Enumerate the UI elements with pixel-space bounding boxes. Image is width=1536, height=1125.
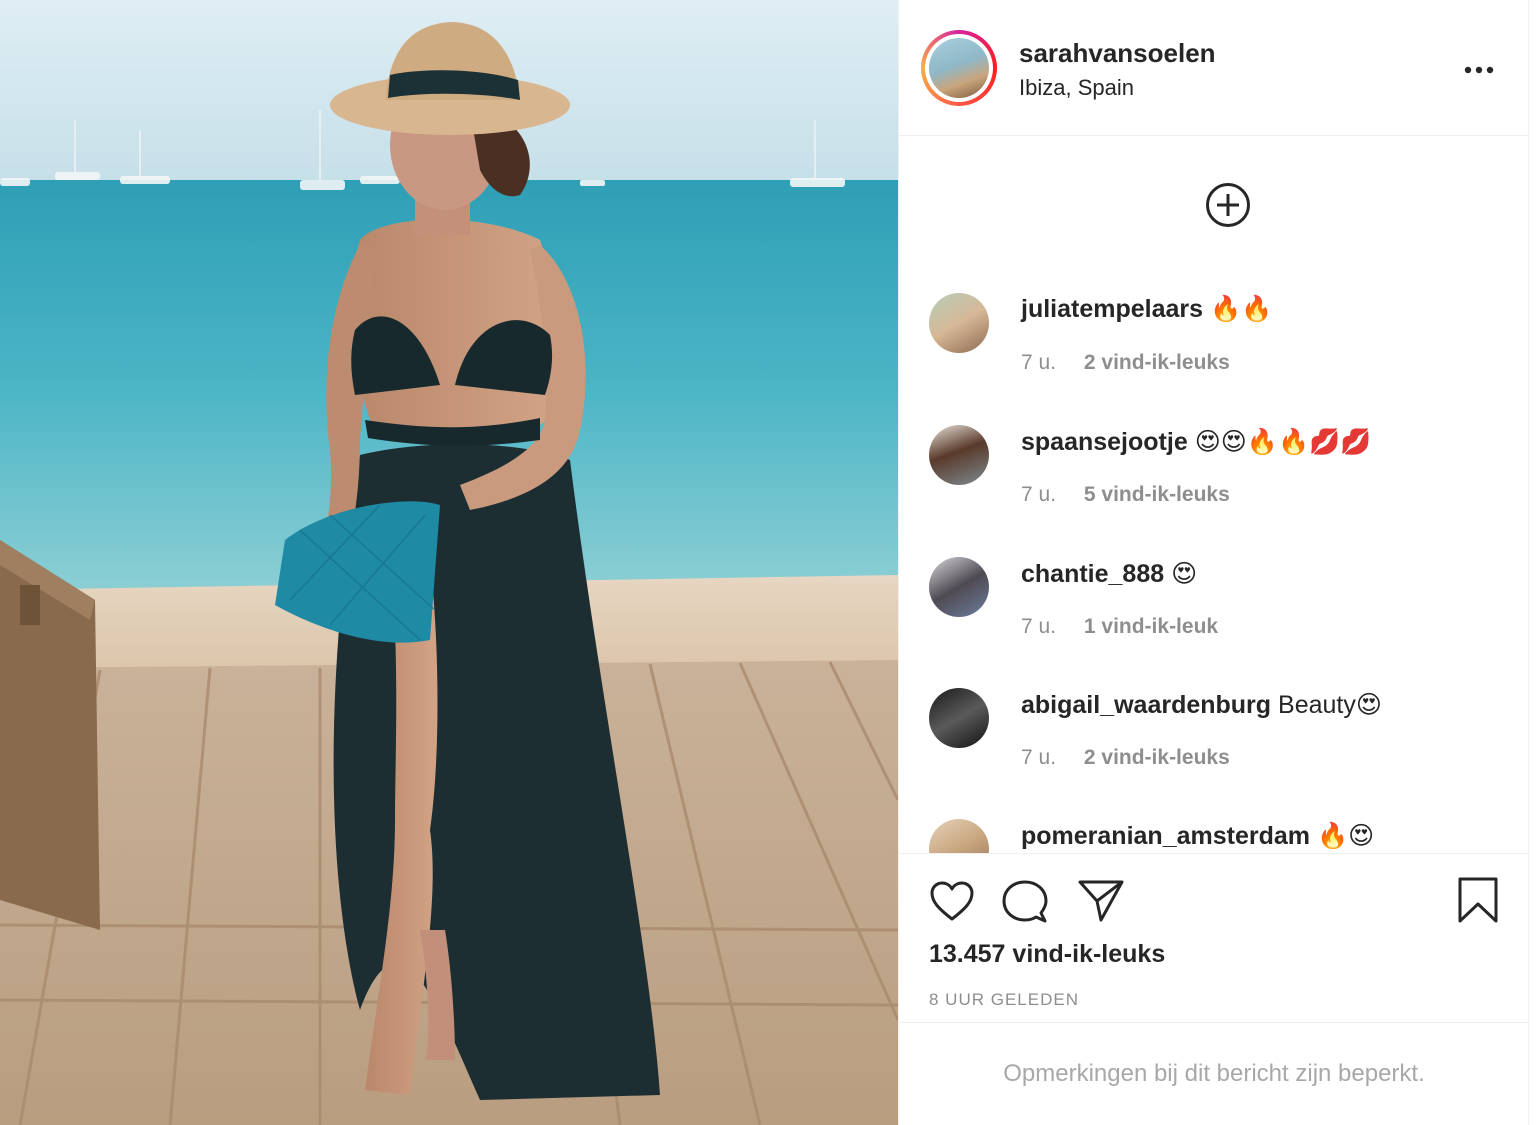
- comment-bubble-icon: [1002, 880, 1048, 923]
- comment-username[interactable]: abigail_waardenburg: [1021, 691, 1271, 719]
- comment-likes[interactable]: 2 vind-ik-leuks: [1084, 746, 1230, 769]
- commenter-avatar[interactable]: [929, 293, 989, 353]
- comment-username[interactable]: juliatempelaars: [1021, 295, 1203, 323]
- heart-icon: [930, 881, 974, 921]
- post-actions: 13.457 vind-ik-leuks 8 UUR GELEDEN: [899, 853, 1529, 1023]
- comment-item: juliatempelaars 🔥🔥 7 u. 2 vind-ik-leuks: [899, 283, 1529, 403]
- author-avatar[interactable]: [921, 30, 997, 106]
- beach-photo-illustration: [0, 0, 898, 1125]
- scrollbar-edge: [1528, 0, 1536, 1125]
- plus-circle-icon: [1206, 183, 1250, 227]
- paper-plane-icon: [1078, 880, 1124, 922]
- post-modal: sarahvansoelen Ibiza, Spain juliatempela…: [0, 0, 1536, 1125]
- save-button[interactable]: [1457, 876, 1499, 929]
- comment-emoji: 🔥😍: [1316, 822, 1375, 850]
- likes-count[interactable]: 13.457 vind-ik-leuks: [929, 940, 1165, 969]
- comment-username[interactable]: chantie_888: [1021, 560, 1164, 588]
- comment-text: Beauty: [1278, 691, 1356, 719]
- ellipsis-icon: [1464, 66, 1494, 74]
- comment-time[interactable]: 7 u.: [1021, 746, 1056, 769]
- comment-emoji: 😍: [1171, 560, 1198, 588]
- comment-time[interactable]: 7 u.: [1021, 483, 1056, 506]
- comment-emoji: 😍😍🔥🔥💋💋: [1194, 428, 1372, 456]
- comment-time[interactable]: 7 u.: [1021, 351, 1056, 374]
- comment-username[interactable]: pomeranian_amsterdam: [1021, 822, 1310, 850]
- comment-time[interactable]: 7 u.: [1021, 615, 1056, 638]
- comment-likes[interactable]: 2 vind-ik-leuks: [1084, 351, 1230, 374]
- comment-item: spaansejootje 😍😍🔥🔥💋💋 7 u. 5 vind-ik-leuk…: [899, 415, 1529, 535]
- load-more-comments-button[interactable]: [1204, 181, 1252, 229]
- comment-username[interactable]: spaansejootje: [1021, 428, 1188, 456]
- comment-button[interactable]: [1002, 879, 1048, 930]
- comment-likes[interactable]: 1 vind-ik-leuk: [1084, 615, 1218, 638]
- more-options-button[interactable]: [1459, 55, 1499, 85]
- commenter-avatar[interactable]: [929, 688, 989, 748]
- post-photo[interactable]: [0, 0, 898, 1125]
- commenter-avatar[interactable]: [929, 819, 989, 853]
- post-header: sarahvansoelen Ibiza, Spain: [899, 0, 1529, 136]
- bookmark-icon: [1458, 877, 1498, 923]
- comment-likes[interactable]: 5 vind-ik-leuks: [1084, 483, 1230, 506]
- author-avatar-image: [929, 38, 989, 98]
- commenter-avatar[interactable]: [929, 425, 989, 485]
- commenter-avatar[interactable]: [929, 557, 989, 617]
- comment-emoji: 🔥🔥: [1209, 295, 1273, 323]
- post-timestamp[interactable]: 8 UUR GELEDEN: [929, 990, 1079, 1010]
- comments-list[interactable]: juliatempelaars 🔥🔥 7 u. 2 vind-ik-leuks …: [899, 137, 1529, 853]
- comments-restricted-notice: Opmerkingen bij dit bericht zijn beperkt…: [899, 1022, 1529, 1125]
- post-side-panel: sarahvansoelen Ibiza, Spain juliatempela…: [898, 0, 1536, 1125]
- comment-item: pomeranian_amsterdam 🔥😍: [899, 809, 1529, 853]
- comment-item: abigail_waardenburg Beauty😍 7 u. 2 vind-…: [899, 678, 1529, 798]
- post-location[interactable]: Ibiza, Spain: [1019, 75, 1134, 101]
- comment-item: chantie_888 😍 7 u. 1 vind-ik-leuk: [899, 547, 1529, 667]
- share-button[interactable]: [1077, 879, 1125, 928]
- like-button[interactable]: [929, 880, 975, 927]
- comment-emoji: 😍: [1355, 691, 1382, 719]
- author-username[interactable]: sarahvansoelen: [1019, 38, 1216, 69]
